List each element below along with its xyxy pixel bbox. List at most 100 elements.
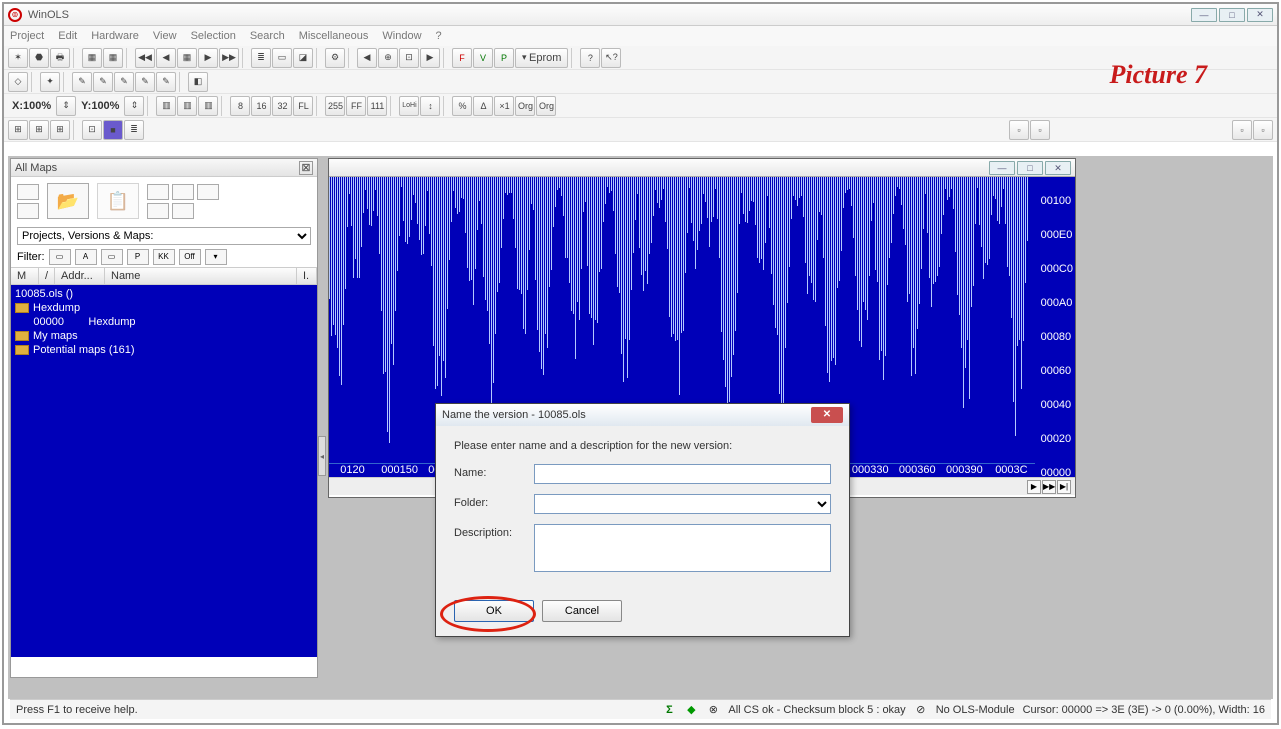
filter-btn[interactable]: ▭ xyxy=(49,249,71,265)
v111-icon[interactable]: 111 xyxy=(367,96,387,116)
eprom-dropdown[interactable]: ▾ Eprom xyxy=(515,48,568,68)
maximize-button[interactable]: □ xyxy=(1219,8,1245,22)
menu-view[interactable]: View xyxy=(153,30,177,42)
bits16-icon[interactable]: 16 xyxy=(251,96,271,116)
menu-selection[interactable]: Selection xyxy=(191,30,236,42)
filter-btn[interactable]: KK xyxy=(153,249,175,265)
splitter-handle[interactable]: ◂ xyxy=(318,436,326,476)
tool-icon[interactable]: ✎ xyxy=(72,72,92,92)
ffwd-icon[interactable]: ▶▶ xyxy=(219,48,239,68)
tool-icon[interactable]: ▥ xyxy=(198,96,218,116)
prev-icon[interactable]: ◀ xyxy=(156,48,176,68)
bits32-icon[interactable]: 32 xyxy=(272,96,292,116)
filter-btn[interactable]: A xyxy=(75,249,97,265)
tool-icon[interactable]: ▫ xyxy=(1009,120,1029,140)
filter-btn[interactable]: P xyxy=(127,249,149,265)
next-icon[interactable]: ▶ xyxy=(198,48,218,68)
v-icon[interactable]: V xyxy=(473,48,493,68)
child-minimize-button[interactable]: — xyxy=(989,161,1015,175)
list-icon[interactable]: ≣ xyxy=(251,48,271,68)
tool-icon[interactable]: ◧ xyxy=(188,72,208,92)
cancel-button[interactable]: Cancel xyxy=(542,600,622,622)
minimize-button[interactable]: — xyxy=(1191,8,1217,22)
tool-button[interactable]: 📋 xyxy=(97,183,139,219)
tool-icon[interactable]: ▫ xyxy=(1253,120,1273,140)
tree-hexentry[interactable]: 00000 Hexdump xyxy=(15,315,313,329)
arrow-right-icon[interactable]: ▶ xyxy=(420,48,440,68)
col-slash[interactable]: / xyxy=(39,268,55,284)
ff-icon[interactable]: FF xyxy=(346,96,366,116)
tool-icon[interactable]: ≣ xyxy=(124,120,144,140)
tool-icon[interactable]: ⊞ xyxy=(29,120,49,140)
percent-icon[interactable]: % xyxy=(452,96,472,116)
close-button[interactable]: ✕ xyxy=(1247,8,1273,22)
maps-tree[interactable]: 10085.ols () Hexdump 00000 Hexdump My ma… xyxy=(11,285,317,657)
tool-icon[interactable]: ⚙ xyxy=(325,48,345,68)
arrow-left-icon[interactable]: ◀ xyxy=(357,48,377,68)
tool-icon[interactable] xyxy=(147,203,169,219)
float-icon[interactable]: FL xyxy=(293,96,313,116)
whatsthis-icon[interactable]: ↖? xyxy=(601,48,621,68)
filter-btn[interactable]: ▭ xyxy=(101,249,123,265)
tool-icon[interactable]: ▭ xyxy=(272,48,292,68)
col-addr[interactable]: Addr... xyxy=(55,268,105,284)
print-icon[interactable]: 🖶 xyxy=(50,48,70,68)
menu-help[interactable]: ? xyxy=(436,30,442,42)
tool-icon[interactable]: ✎ xyxy=(93,72,113,92)
x-zoom-stepper[interactable]: ⇕ xyxy=(56,96,76,116)
tool-icon[interactable]: ▦ xyxy=(82,48,102,68)
tool-icon[interactable]: ▦ xyxy=(103,48,123,68)
menu-hardware[interactable]: Hardware xyxy=(91,30,139,42)
menu-search[interactable]: Search xyxy=(250,30,285,42)
tool-icon[interactable]: ⊞ xyxy=(50,120,70,140)
sigma-icon[interactable]: Σ xyxy=(662,703,676,717)
tool-icon[interactable]: ⊡ xyxy=(82,120,102,140)
ok-button[interactable]: OK xyxy=(454,600,534,622)
tool-icon[interactable] xyxy=(172,184,194,200)
col-i[interactable]: I. xyxy=(297,268,317,284)
org-icon[interactable]: Org xyxy=(515,96,535,116)
folder-select[interactable] xyxy=(534,494,831,514)
tool-icon[interactable]: ✶ xyxy=(8,48,28,68)
tool-icon[interactable]: ▥ xyxy=(156,96,176,116)
col-m[interactable]: M xyxy=(11,268,39,284)
child-maximize-button[interactable]: □ xyxy=(1017,161,1043,175)
y-zoom-stepper[interactable]: ⇕ xyxy=(124,96,144,116)
tool-icon[interactable]: ◇ xyxy=(8,72,28,92)
doc-icon[interactable] xyxy=(17,184,39,200)
tool-icon[interactable] xyxy=(172,203,194,219)
projects-combo[interactable]: Projects, Versions & Maps: xyxy=(17,227,311,245)
rewind-icon[interactable]: ◀◀ xyxy=(135,48,155,68)
col-name[interactable]: Name xyxy=(105,268,297,284)
filter-dropdown[interactable]: ▾ xyxy=(205,249,227,265)
lohi-icon[interactable]: LoHi xyxy=(399,96,419,116)
nav-play-icon[interactable]: ▶ xyxy=(1027,480,1041,494)
tool-icon[interactable]: ⊞ xyxy=(8,120,28,140)
save-icon[interactable] xyxy=(17,203,39,219)
nav-ffwd-icon[interactable]: ▶▶ xyxy=(1042,480,1056,494)
child-close-button[interactable]: ✕ xyxy=(1045,161,1071,175)
tool-icon[interactable]: ↕ xyxy=(420,96,440,116)
dialog-close-button[interactable]: ✕ xyxy=(811,407,843,423)
name-input[interactable] xyxy=(534,464,831,484)
p-icon[interactable]: P xyxy=(494,48,514,68)
tool-icon[interactable] xyxy=(147,184,169,200)
tree-hexdump[interactable]: Hexdump xyxy=(15,301,313,315)
menu-misc[interactable]: Miscellaneous xyxy=(299,30,369,42)
filter-off-btn[interactable]: Off xyxy=(179,249,201,265)
tree-potential[interactable]: Potential maps (161) xyxy=(15,343,313,357)
tree-file[interactable]: 10085.ols () xyxy=(15,287,313,301)
tool-icon[interactable]: ⊡ xyxy=(399,48,419,68)
help-icon[interactable]: ? xyxy=(580,48,600,68)
tool-icon[interactable]: ▫ xyxy=(1030,120,1050,140)
panel-close-icon[interactable]: ⊠ xyxy=(299,161,313,175)
tool-icon[interactable]: ✎ xyxy=(114,72,134,92)
v255-icon[interactable]: 255 xyxy=(325,96,345,116)
desc-textarea[interactable] xyxy=(534,524,831,572)
tool-icon[interactable]: ✎ xyxy=(135,72,155,92)
f-icon[interactable]: F xyxy=(452,48,472,68)
menu-edit[interactable]: Edit xyxy=(58,30,77,42)
open-folder-button[interactable]: 📂 xyxy=(47,183,89,219)
x1-icon[interactable]: ×1 xyxy=(494,96,514,116)
tool-icon[interactable] xyxy=(197,184,219,200)
